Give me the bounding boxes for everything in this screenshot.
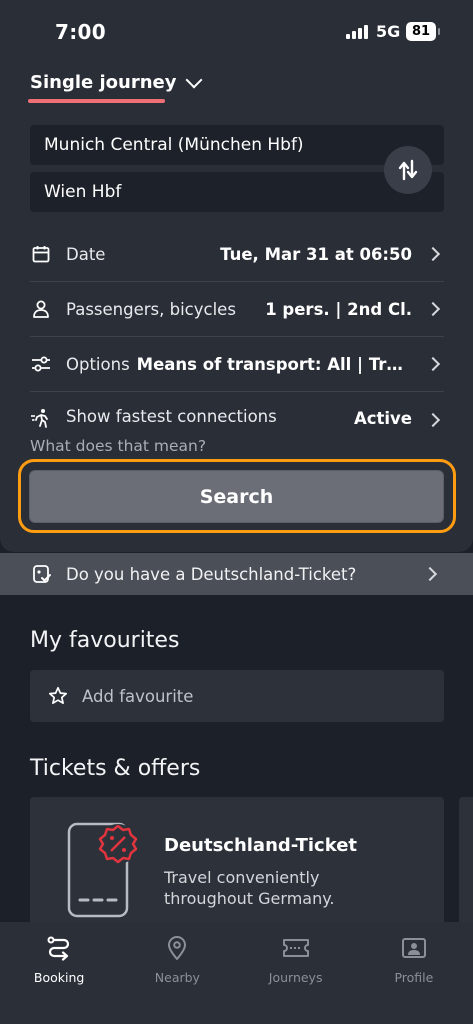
running-person-icon [30, 407, 52, 429]
nav-profile-label: Profile [394, 970, 434, 985]
passengers-row[interactable]: Passengers, bicycles 1 pers. | 2nd Cl. [30, 282, 444, 337]
fastest-connections-row[interactable]: Show fastest connections Active [30, 392, 444, 442]
chevron-right-icon [425, 412, 441, 428]
deutschland-ticket-banner-label: Do you have a Deutschland-Ticket? [66, 564, 357, 584]
chevron-right-icon [422, 566, 438, 582]
passengers-value: 1 pers. | 2nd Cl. [265, 299, 412, 319]
offer-description: Travel conveniently throughout Germany. [164, 868, 335, 908]
nav-booking[interactable]: Booking [0, 922, 118, 1024]
chevron-right-icon [425, 301, 441, 317]
person-icon [30, 298, 52, 320]
date-row[interactable]: Date Tue, Mar 31 at 06:50 [30, 227, 444, 282]
ticket-check-icon [33, 565, 51, 583]
to-station-field[interactable]: Wien Hbf [30, 172, 444, 212]
journey-type-selector[interactable]: Single journey [30, 71, 203, 93]
date-label: Date [66, 244, 106, 264]
offer-title: Deutschland-Ticket [164, 835, 358, 856]
battery-icon: 81 [406, 22, 440, 41]
date-value: Tue, Mar 31 at 06:50 [220, 244, 412, 264]
swap-stations-button[interactable] [384, 146, 432, 194]
fastest-connections-value: Active [353, 409, 412, 428]
nav-journeys-label: Journeys [268, 970, 323, 985]
journey-type-underline [28, 99, 165, 103]
next-offer-card[interactable] [459, 797, 473, 927]
transport-options-row[interactable]: Options Means of transport: All | Transf… [30, 337, 444, 392]
favourites-title: My favourites [30, 628, 180, 653]
bottom-navigation: Booking Nearby Journeys Profile [0, 922, 473, 1024]
journey-type-label: Single journey [30, 72, 177, 93]
nav-booking-label: Booking [33, 970, 85, 985]
swap-icon [398, 159, 418, 181]
options-label: Options [66, 354, 130, 374]
booking-icon [45, 934, 73, 962]
calendar-icon [30, 243, 52, 265]
chevron-down-icon [185, 71, 203, 88]
search-button[interactable]: Search [29, 470, 444, 523]
deutschland-ticket-banner[interactable]: Do you have a Deutschland-Ticket? [0, 553, 473, 595]
options-value: Means of transport: All | Transfers [136, 354, 412, 374]
nav-journeys[interactable]: Journeys [237, 922, 355, 1024]
network-type: 5G [376, 22, 401, 41]
offers-title: Tickets & offers [30, 756, 201, 781]
chevron-right-icon [425, 246, 441, 262]
fastest-connections-help-link[interactable]: What does that mean? [30, 437, 206, 455]
nav-nearby[interactable]: Nearby [118, 922, 236, 1024]
add-favourite-button[interactable]: Add favourite [30, 670, 444, 722]
phone-ticket-icon [67, 822, 138, 918]
ticket-icon [282, 934, 310, 962]
fastest-connections-label: Show fastest connections [66, 407, 277, 426]
nav-nearby-label: Nearby [154, 970, 200, 985]
profile-icon [400, 934, 428, 962]
nav-profile[interactable]: Profile [355, 922, 473, 1024]
passengers-label: Passengers, bicycles [66, 299, 236, 319]
status-bar: 7:00 5G 81 [0, 0, 473, 60]
from-station-field[interactable]: Munich Central (München Hbf) [30, 125, 444, 165]
signal-icon [346, 25, 370, 39]
status-time: 7:00 [55, 20, 106, 44]
add-favourite-label: Add favourite [82, 686, 194, 706]
location-pin-icon [163, 934, 191, 962]
star-icon [48, 686, 68, 705]
chevron-right-icon [425, 356, 441, 372]
sliders-icon [30, 353, 52, 375]
